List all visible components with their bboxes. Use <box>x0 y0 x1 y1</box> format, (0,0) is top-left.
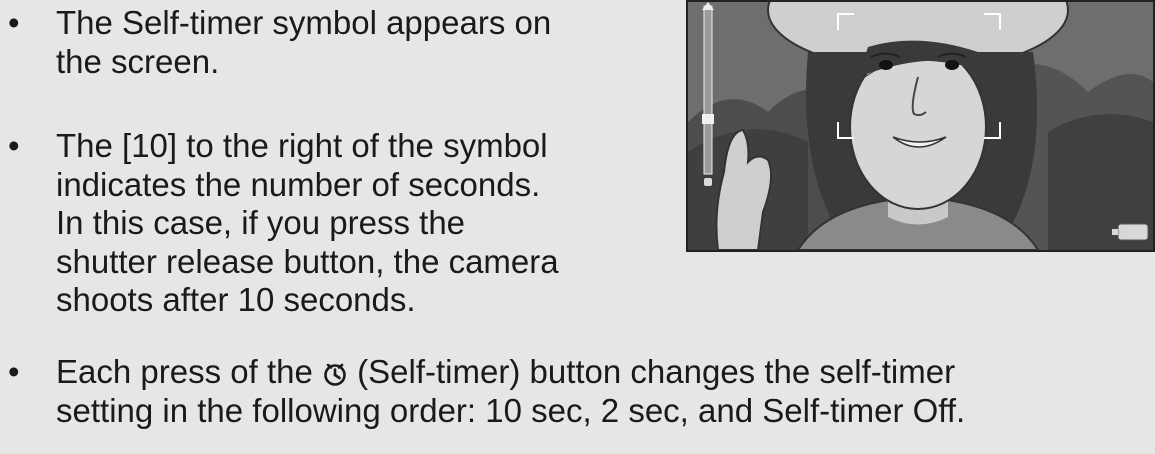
bullet-line: Each press of the (Self-timer) button ch… <box>56 353 965 392</box>
bullet-text: The Self-timer symbol appears on the scr… <box>56 4 551 81</box>
bullet-dot: • <box>8 353 20 390</box>
bullet-dot: • <box>8 4 20 41</box>
bullet-line: The [10] to the right of the symbol <box>56 127 548 164</box>
bullet-line: setting in the following order: 10 sec, … <box>56 391 966 429</box>
bullet-text-before-symbol: Each press of the <box>56 353 313 390</box>
self-timer-icon <box>324 363 346 386</box>
bullet-text-after-symbol: (Self-timer) button changes the self-tim… <box>357 353 956 390</box>
bullet-line: shutter release button, the camera <box>56 242 559 280</box>
bullet-line: indicates the number of seconds. <box>56 165 541 203</box>
bullet-dot: • <box>8 127 20 164</box>
bullet-line: The Self-timer symbol appears on <box>56 4 552 41</box>
bullet-line: In this case, if you press the <box>56 204 466 241</box>
bullet-text: The [10] to the right of the symbol indi… <box>56 127 559 320</box>
camera-lcd-preview <box>688 2 1153 250</box>
bullet-line: shoots after 10 seconds. <box>56 281 416 318</box>
bullet-text: Each press of the (Self-timer) button ch… <box>56 353 965 430</box>
camera-screen-image <box>686 0 1155 252</box>
bullet-line: the screen. <box>56 42 220 80</box>
